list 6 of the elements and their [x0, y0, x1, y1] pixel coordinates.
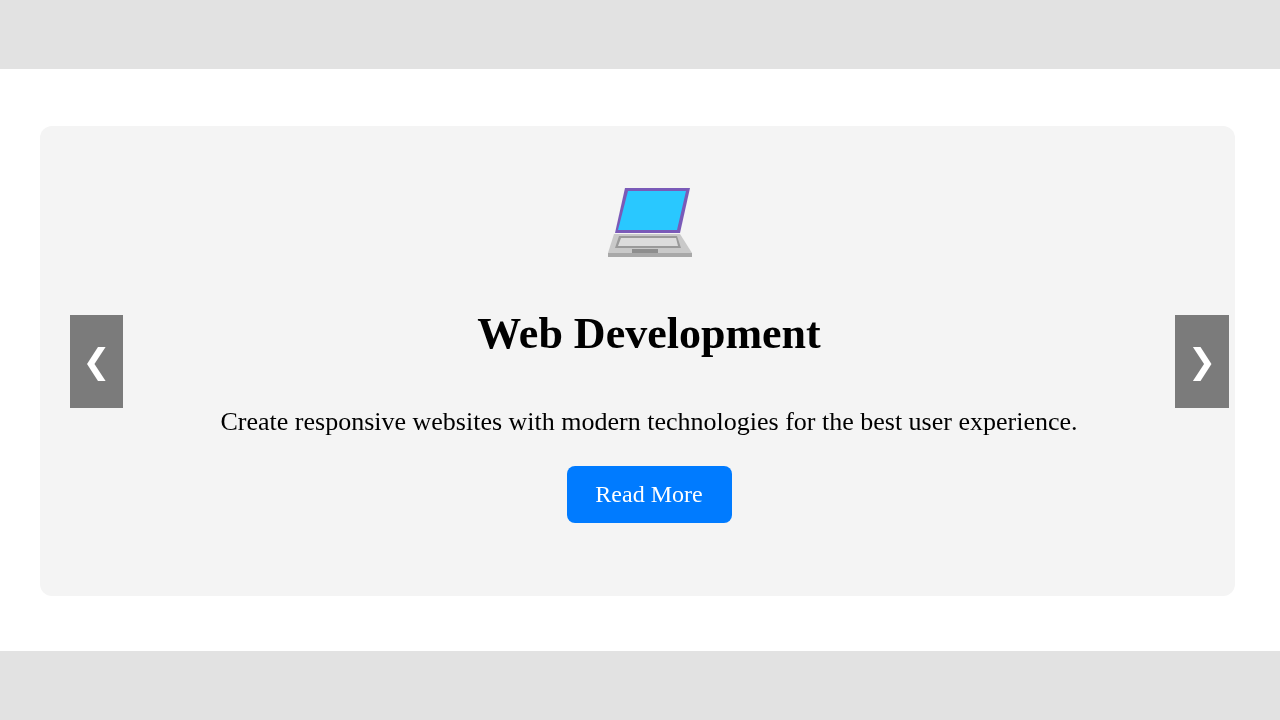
slide-description: Create responsive websites with modern technologies for the best user experience.	[220, 407, 1078, 437]
next-button[interactable]: ❯	[1175, 314, 1229, 408]
previous-button[interactable]: ❮	[70, 314, 123, 408]
read-more-button[interactable]: Read More	[566, 466, 732, 523]
laptop-icon	[606, 185, 692, 259]
slide-title: Web Development	[477, 308, 821, 360]
